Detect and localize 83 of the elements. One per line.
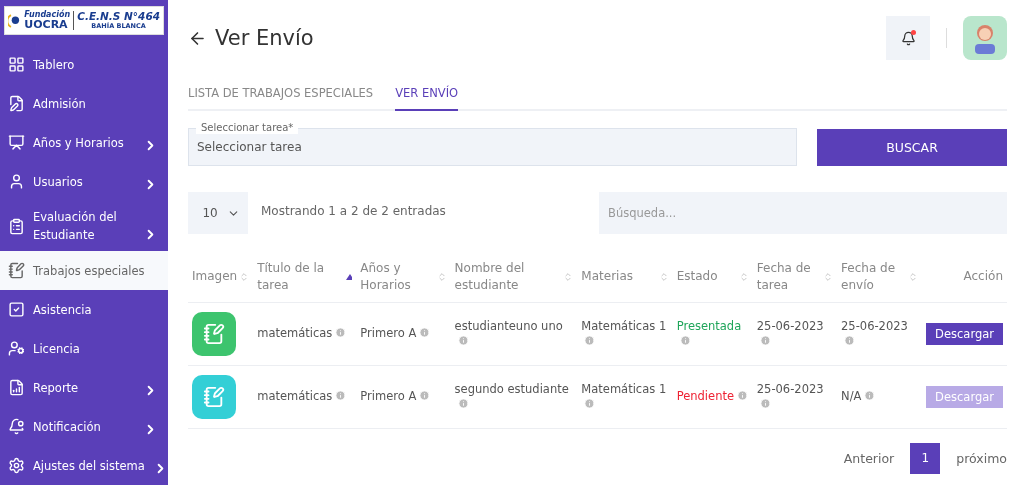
table-cell: Matemáticas 1: [577, 302, 673, 365]
info-icon: [584, 334, 596, 346]
sidebar-item[interactable]: Ajustes del sistema: [0, 446, 168, 485]
column-header[interactable]: Fecha de envío: [837, 252, 923, 302]
status-cell: Presentada: [672, 302, 753, 365]
sort-icon: [823, 271, 834, 282]
sort-icon: [239, 271, 250, 282]
info-icon: [457, 397, 469, 409]
column-header[interactable]: Nombre del estudiante: [450, 252, 578, 302]
bell-icon: [8, 418, 25, 435]
table-cell: Matemáticas 1: [577, 365, 673, 428]
sidebar-item[interactable]: Licencia: [0, 329, 168, 368]
sidebar-item[interactable]: Usuarios: [0, 162, 168, 201]
info-icon: [844, 334, 856, 346]
checkbox-icon: [8, 301, 25, 318]
info-icon: [679, 334, 691, 346]
presentation-icon: [8, 134, 25, 151]
document-pen-icon: [8, 95, 25, 112]
tab[interactable]: VER ENVÍO: [395, 80, 459, 111]
clipboard-icon: [8, 217, 25, 235]
column-header: Acción: [922, 252, 1007, 302]
download-button[interactable]: Descargar: [926, 322, 1003, 345]
next-link[interactable]: próximo: [956, 450, 1007, 466]
sidebar-item[interactable]: Trabajos especiales: [0, 251, 168, 290]
table-cell: 25-06-2023: [752, 365, 838, 428]
bell-icon: [900, 30, 916, 46]
avatar[interactable]: [963, 16, 1007, 60]
settings-icon: [8, 457, 25, 474]
info-icon: [759, 397, 771, 409]
table-cell: 25-06-2023: [752, 302, 838, 365]
page-button[interactable]: 1: [910, 442, 941, 474]
info-icon: [737, 390, 748, 401]
sort-ascending-icon: [345, 273, 353, 280]
info-icon: [335, 390, 347, 401]
sort-icon: [908, 271, 919, 282]
table-cell: Primero A: [356, 302, 451, 365]
sort-icon: [563, 271, 574, 282]
column-header[interactable]: Título de la tarea: [253, 252, 357, 302]
page-size-select[interactable]: 10: [188, 192, 248, 234]
table-cell: matemáticas: [253, 302, 357, 365]
page-title: Ver Envío: [215, 26, 315, 50]
tab[interactable]: LISTA DE TRABAJOS ESPECIALES: [188, 80, 374, 111]
table-cell: 25-06-2023: [837, 302, 923, 365]
table-cell: matemáticas: [253, 365, 357, 428]
info-icon: [759, 334, 771, 346]
column-header[interactable]: Imagen: [188, 252, 254, 302]
sidebar-item[interactable]: Años y Horarios: [0, 123, 168, 162]
user-icon: [8, 173, 25, 190]
sidebar-item[interactable]: Asistencia: [0, 290, 168, 329]
info-icon: [419, 327, 431, 338]
table-cell: Primero A: [356, 365, 451, 428]
sort-icon: [658, 271, 669, 282]
sidebar-item[interactable]: Admisión: [0, 84, 168, 123]
table-cell: N/A: [837, 365, 923, 428]
info-icon: [419, 390, 431, 401]
table-cell: estudianteuno uno: [450, 302, 578, 365]
sort-icon: [738, 271, 749, 282]
info-icon: [864, 390, 876, 401]
table-cell: segundo estudiante: [450, 365, 578, 428]
sidebar-item[interactable]: Notificación: [0, 407, 168, 446]
task-select[interactable]: Seleccionar tarea* Seleccionar tarea: [188, 120, 797, 166]
search-button[interactable]: BUSCAR: [817, 129, 1007, 166]
column-header[interactable]: Materias: [577, 252, 673, 302]
grid-icon: [8, 56, 25, 73]
column-header[interactable]: Años y Horarios: [356, 252, 451, 302]
sidebar-item[interactable]: Evaluación del Estudiante: [0, 201, 168, 251]
info-icon: [335, 327, 347, 338]
column-header[interactable]: Fecha de tarea: [752, 252, 838, 302]
info-icon: [584, 397, 596, 409]
report-icon: [8, 379, 25, 396]
field-label: Seleccionar tarea*: [196, 122, 299, 134]
sidebar-item[interactable]: Reporte: [0, 368, 168, 407]
search-field[interactable]: Búsqueda...: [599, 192, 1007, 234]
status-cell: Pendiente: [672, 365, 753, 428]
notification-button[interactable]: [886, 16, 930, 60]
sort-icon: [436, 271, 447, 282]
info-icon: [457, 334, 469, 346]
sidebar-item[interactable]: Tablero: [0, 45, 168, 84]
entries-info: Mostrando 1 a 2 de 2 entradas: [261, 204, 447, 218]
previous-link[interactable]: Anterior: [843, 450, 895, 466]
notebook-icon: [8, 262, 25, 279]
column-header[interactable]: Estado: [672, 252, 753, 302]
user-gear-icon: [8, 340, 25, 357]
